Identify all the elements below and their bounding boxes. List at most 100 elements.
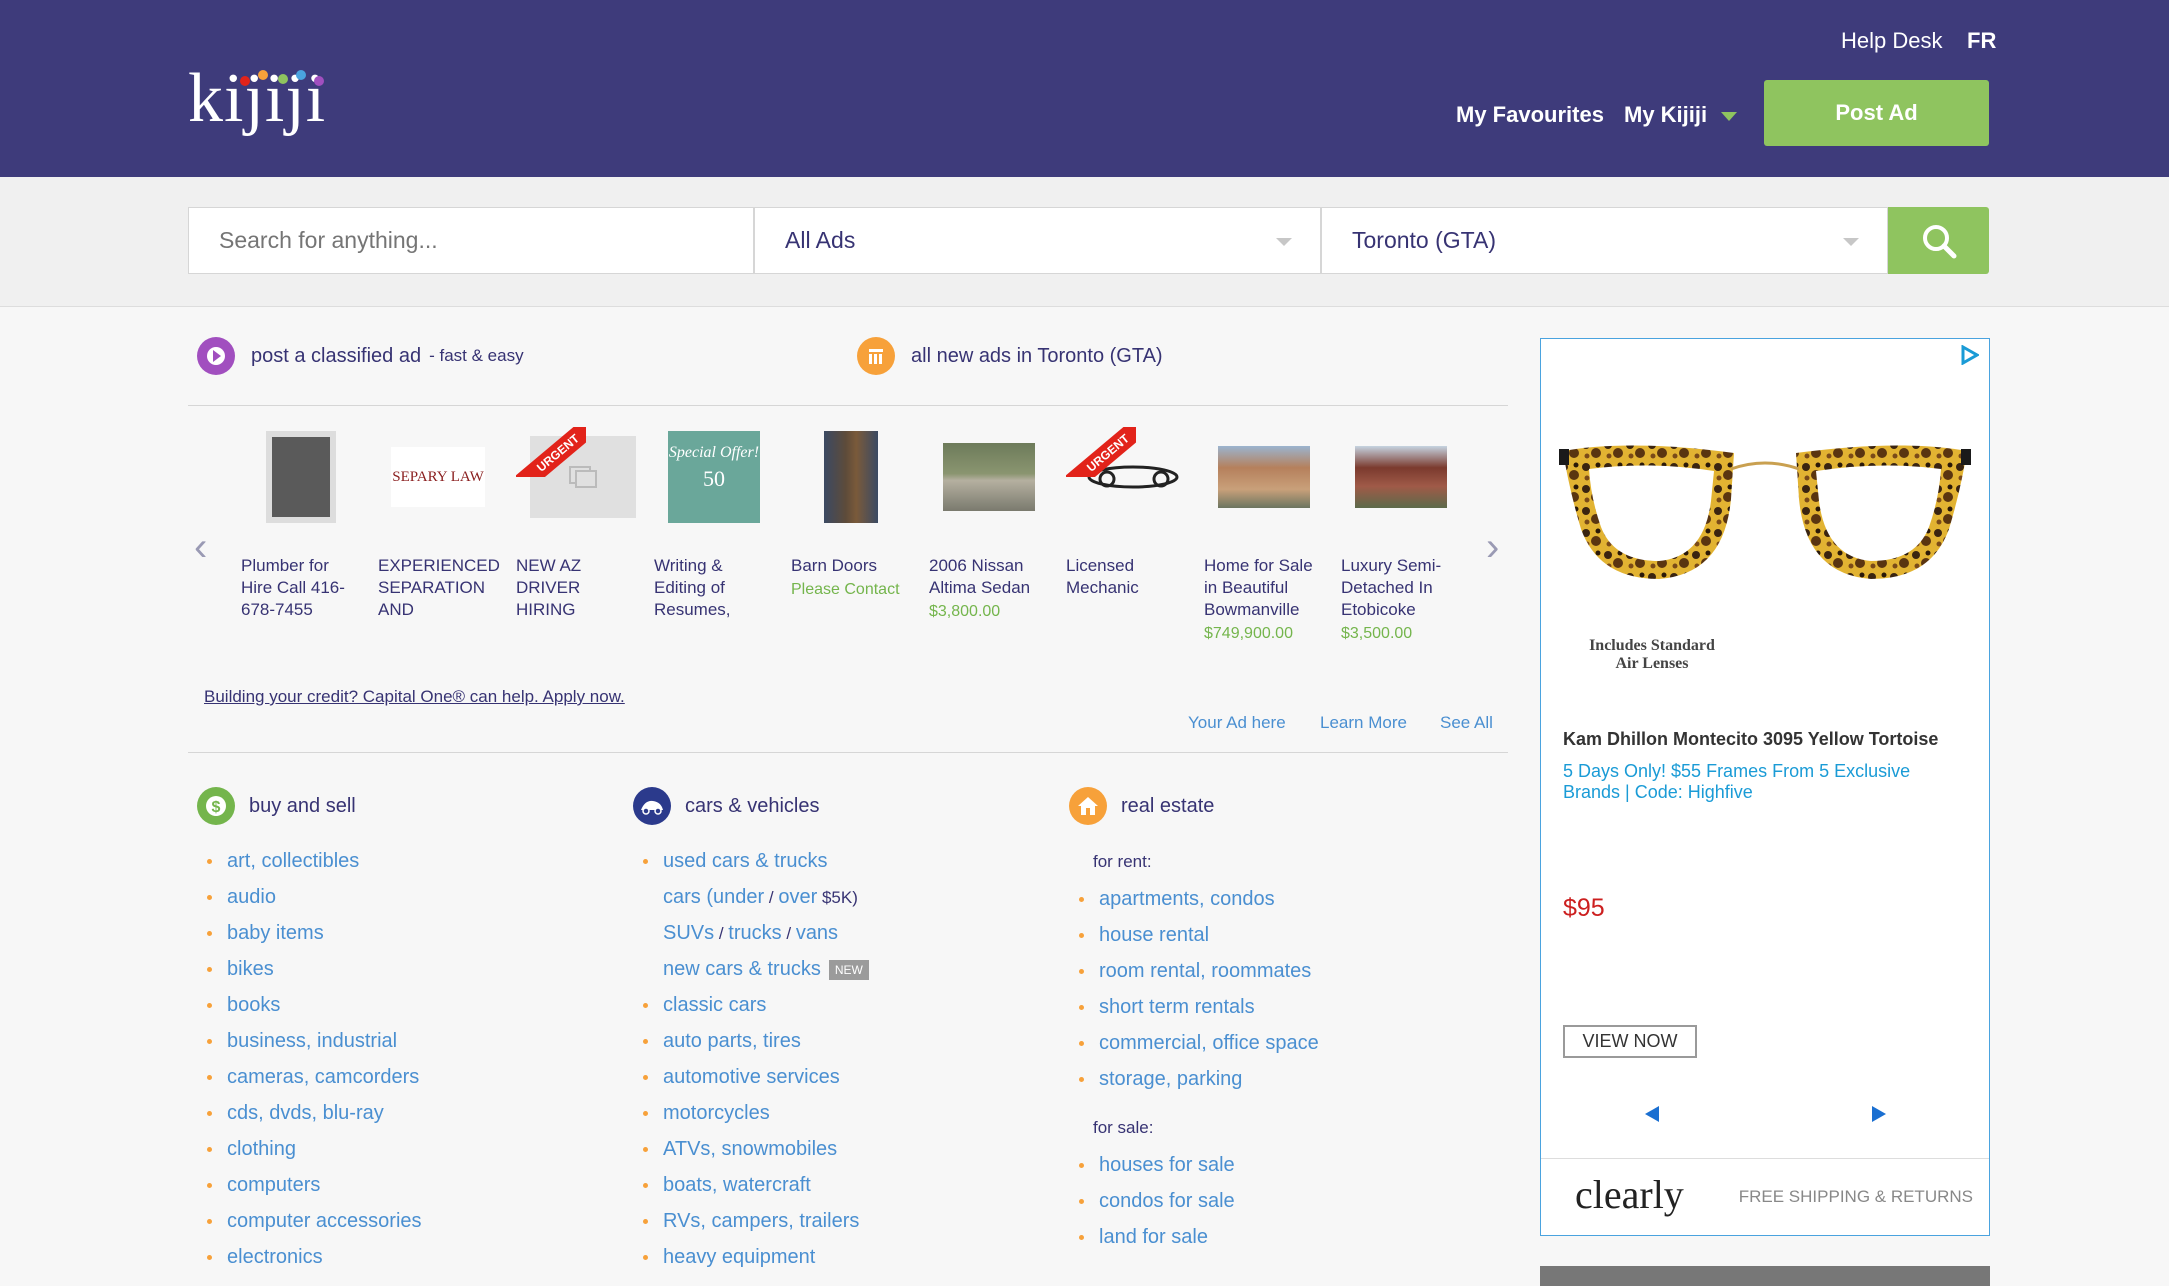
search-button[interactable] [1888, 207, 1989, 274]
suvs-trucks-vans-links: SUVs / trucks / vans [663, 922, 839, 944]
see-all-link[interactable]: See All [1440, 713, 1493, 733]
category-link[interactable]: room rental, roommates [1069, 953, 1489, 989]
chevron-down-icon [1276, 238, 1292, 246]
category-link[interactable]: computers [197, 1167, 617, 1203]
buy-and-sell-column: $ buy and sell art, collectibles audio b… [197, 787, 617, 1275]
gallery-item[interactable]: Special Offer! 50 Writing & Editing of R… [654, 427, 774, 621]
buy-and-sell-heading[interactable]: $ buy and sell [197, 787, 617, 825]
category-link[interactable]: house rental [1069, 917, 1489, 953]
learn-more-link[interactable]: Learn More [1320, 713, 1407, 733]
gallery-item[interactable]: SEPARY LAW EXPERIENCED SEPARATION AND [378, 427, 500, 621]
category-link[interactable]: automotive services [633, 1059, 1053, 1095]
category-link[interactable]: ATVs, snowmobiles [633, 1131, 1053, 1167]
category-link[interactable]: land for sale [1069, 1219, 1489, 1255]
category-link[interactable]: used cars & trucks [633, 843, 1053, 879]
category-link[interactable]: condos for sale [1069, 1183, 1489, 1219]
category-link[interactable]: apartments, condos [1069, 881, 1489, 917]
cars-price-range: cars (under / over $5K) [663, 886, 858, 908]
sidebar-ad[interactable]: Includes Standard Air Lenses Kam Dhillon… [1540, 338, 1990, 1236]
category-link[interactable]: audio [197, 879, 617, 915]
category-link[interactable]: storage, parking [1069, 1061, 1489, 1097]
help-desk-link[interactable]: Help Desk [1841, 28, 1942, 54]
post-classified-promo[interactable]: post a classified ad - fast & easy [197, 337, 524, 375]
ad-product-title[interactable]: Kam Dhillon Montecito 3095 Yellow Tortoi… [1563, 729, 1938, 750]
ad-next-arrow-icon[interactable] [1872, 1106, 1886, 1122]
real-estate-heading[interactable]: real estate [1069, 787, 1489, 825]
category-link[interactable]: heavy equipment [633, 1239, 1053, 1275]
category-select[interactable]: All Ads [754, 207, 1321, 274]
category-link[interactable]: business, industrial [197, 1023, 617, 1059]
gallery-item[interactable]: Barn Doors Please Contact [791, 427, 911, 599]
gallery-item-title: EXPERIENCED SEPARATION AND [378, 556, 500, 619]
category-link[interactable]: cds, dvds, blu-ray [197, 1095, 617, 1131]
gallery-thumb: Special Offer! 50 [654, 427, 774, 527]
category-link[interactable]: cameras, camcorders [197, 1059, 617, 1095]
gallery-item[interactable]: Home for Sale in Beautiful Bowmanville $… [1204, 427, 1324, 643]
gallery-next-arrow-icon[interactable]: › [1486, 527, 1506, 567]
category-link[interactable]: books [197, 987, 617, 1023]
trucks-link[interactable]: trucks [728, 922, 781, 944]
new-badge: NEW [828, 959, 869, 980]
gallery-thumb [241, 427, 361, 527]
language-toggle[interactable]: FR [1967, 28, 1996, 54]
new-ads-promo[interactable]: all new ads in Toronto (GTA) [857, 337, 1163, 375]
post-ad-button[interactable]: Post Ad [1764, 80, 1989, 146]
your-ad-here-link[interactable]: Your Ad here [1188, 713, 1286, 733]
vans-link[interactable]: vans [796, 922, 838, 944]
category-link[interactable]: electronics [197, 1239, 617, 1275]
ad-prev-arrow-icon[interactable] [1645, 1106, 1659, 1122]
gallery-item[interactable]: Luxury Semi-Detached In Etobicoke $3,500… [1341, 427, 1461, 643]
ad-product-desc[interactable]: 5 Days Only! $55 Frames From 5 Exclusive… [1563, 761, 1963, 803]
cars-vehicles-heading[interactable]: cars & vehicles [633, 787, 1053, 825]
category-link[interactable]: classic cars [633, 987, 1053, 1023]
category-link[interactable]: motorcycles [633, 1095, 1053, 1131]
gallery-item-price: $3,500.00 [1341, 625, 1413, 642]
category-link[interactable]: RVs, campers, trailers [633, 1203, 1053, 1239]
new-cars-link[interactable]: new cars & trucks [663, 958, 821, 980]
my-favourites-link[interactable]: My Favourites [1456, 102, 1604, 128]
second-ad-banner[interactable] [1540, 1266, 1990, 1286]
divider [188, 405, 1508, 406]
category-link[interactable]: bikes [197, 951, 617, 987]
cars-over-link[interactable]: over [778, 886, 817, 908]
search-icon [1922, 224, 1956, 258]
gallery-item[interactable]: Plumber for Hire Call 416-678-7455 [241, 427, 361, 621]
gallery-prev-arrow-icon[interactable]: ‹ [194, 527, 214, 567]
category-link[interactable]: clothing [197, 1131, 617, 1167]
ad-choices-icon[interactable] [1959, 345, 1979, 365]
for-sale-label: for sale: [1093, 1118, 1154, 1137]
gallery-item[interactable]: URGENT NEW AZ DRIVER HIRING [516, 427, 636, 621]
category-link[interactable]: computer accessories [197, 1203, 617, 1239]
search-input-wrapper [188, 207, 754, 274]
featured-gallery: ‹ › Plumber for Hire Call 416-678-7455 S… [188, 427, 1508, 667]
cars-under-link[interactable]: under [713, 886, 764, 908]
gallery-thumb [791, 427, 911, 527]
search-bar: All Ads Toronto (GTA) [0, 177, 2169, 307]
search-input[interactable] [219, 227, 753, 254]
gallery-item-title: Licensed Mechanic [1066, 556, 1139, 597]
sponsored-link[interactable]: Building your credit? Capital One® can h… [204, 687, 625, 707]
category-link[interactable]: baby items [197, 915, 617, 951]
cars-vehicles-column: cars & vehicles used cars & trucks cars … [633, 787, 1053, 1275]
category-link[interactable]: commercial, office space [1069, 1025, 1489, 1061]
gallery-item[interactable]: URGENT Licensed Mechanic [1066, 427, 1186, 599]
category-link[interactable]: art, collectibles [197, 843, 617, 879]
ad-price: $95 [1563, 894, 1605, 922]
category-link[interactable]: houses for sale [1069, 1147, 1489, 1183]
category-link[interactable]: short term rentals [1069, 989, 1489, 1025]
gallery-item[interactable]: 2006 Nissan Altima Sedan $3,800.00 [929, 427, 1049, 621]
post-classified-label: post a classified ad [251, 344, 422, 367]
logo-dots-icon [238, 70, 328, 86]
gallery-item-title: Plumber for Hire Call 416-678-7455 [241, 556, 345, 619]
arrow-right-icon [197, 337, 235, 375]
category-link[interactable]: auto parts, tires [633, 1023, 1053, 1059]
gallery-thumb [929, 427, 1049, 527]
clearly-logo[interactable]: clearly [1575, 1171, 1684, 1218]
my-kijiji-menu[interactable]: My Kijiji [1624, 102, 1738, 128]
view-now-button[interactable]: VIEW NOW [1563, 1025, 1697, 1058]
post-classified-sub: - fast & easy [429, 346, 524, 365]
location-select[interactable]: Toronto (GTA) [1321, 207, 1888, 274]
cars-under-over-label[interactable]: cars ( [663, 886, 713, 908]
category-link[interactable]: boats, watercraft [633, 1167, 1053, 1203]
suvs-link[interactable]: SUVs [663, 922, 714, 944]
